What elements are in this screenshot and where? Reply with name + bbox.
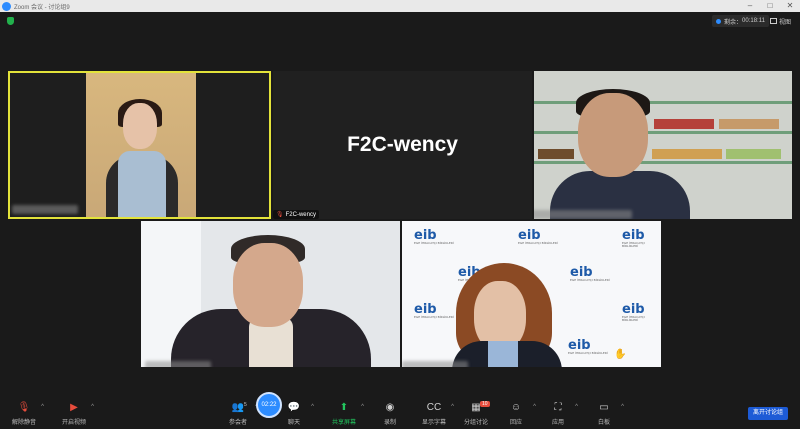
participant-display-name: F2C-wency (347, 133, 458, 156)
remaining-label: 剩余： (724, 19, 743, 26)
apps-button[interactable]: ⛶ ^ 应用 (538, 402, 578, 426)
chevron-up-icon[interactable]: ^ (361, 404, 364, 410)
share-screen-button[interactable]: ⬆ ^ 共享屏幕 (324, 402, 364, 426)
zoom-logo-icon (2, 1, 11, 11)
chevron-up-icon[interactable]: ^ (41, 404, 44, 410)
chevron-up-icon[interactable]: ^ (533, 404, 536, 410)
whiteboard-button[interactable]: ▭ ^ 白板 (584, 402, 624, 426)
meeting-toolbar: 🎙 ^ 解除静音 ▶ ^ 开启视频 👥 5 ^ 参会者 💬 ^ 聊天 ⬆ ^ 共… (0, 393, 800, 429)
unmute-button[interactable]: 🎙 ^ 解除静音 (4, 402, 44, 426)
mic-muted-icon: 🎙 (276, 212, 284, 218)
view-button[interactable]: 视图 (770, 15, 791, 27)
video-tile-participant[interactable] (141, 221, 400, 367)
timer-icon (716, 18, 721, 24)
remaining-time-box: 剩余： 00:18:11 (712, 15, 769, 27)
eib-logo: eibEGE İHRACATÇI BİRLİKLERİ (414, 302, 454, 319)
participant-name-blurred (534, 210, 632, 219)
record-icon: ◉ (385, 402, 395, 413)
window-title: Zoom 会议 - 讨论组9 (14, 4, 70, 11)
captions-button[interactable]: CC ^ 显示字幕 (414, 402, 454, 426)
chevron-up-icon[interactable]: ^ (311, 404, 314, 410)
maximize-icon[interactable]: □ (760, 0, 780, 12)
reactions-button[interactable]: ☺ ^ 回应 (496, 402, 536, 426)
meeting-clock: 02:22 (256, 392, 282, 418)
video-tile-participant[interactable]: eib EGE İHRACATÇI BİRLİKLERİ eib EGE İHRAC… (402, 221, 661, 367)
reactions-icon: ☺ (510, 402, 522, 413)
window-controls: – □ ✕ (740, 0, 800, 12)
video-tile-active-speaker[interactable] (8, 71, 271, 219)
title-bar: Zoom 会议 - 讨论组9 – □ ✕ (0, 0, 800, 12)
view-label: 视图 (779, 19, 792, 26)
eib-logo: eibEGE İHRACATÇI BİRLİKLERİ (622, 228, 645, 248)
chevron-up-icon[interactable]: ^ (621, 404, 624, 410)
eib-logo: eibEGE İHRACATÇI BİRLİKLERİ (622, 302, 645, 322)
participants-button[interactable]: 👥 5 ^ 参会者 (218, 402, 258, 426)
captions-icon: CC (426, 402, 442, 413)
chevron-up-icon[interactable]: ^ (575, 404, 578, 410)
chevron-up-icon[interactable]: ^ (91, 404, 94, 410)
record-button[interactable]: ◉ 录制 (370, 402, 410, 426)
notification-badge: 10 (480, 401, 490, 407)
remaining-time: 00:18:11 (742, 18, 765, 24)
participant-name-blurred (402, 361, 468, 367)
apps-icon: ⛶ (554, 402, 562, 413)
start-video-button[interactable]: ▶ ^ 开启视频 (54, 402, 94, 426)
video-tile-camera-off[interactable]: F2C-wency 🎙 F2C-wency (273, 71, 532, 219)
breakout-rooms-icon: ▦ (471, 402, 481, 413)
whiteboard-icon: ▭ (599, 402, 609, 413)
leave-breakout-room-button[interactable]: 离开讨论组 (748, 407, 789, 420)
security-shield-icon[interactable] (7, 17, 14, 25)
eib-logo: eibEGE İHRACATÇI BİRLİKLERİ (570, 265, 610, 282)
video-off-icon: ▶ (70, 402, 78, 413)
eib-logo: eibEGE İHRACATÇI BİRLİKLERİ (414, 228, 454, 245)
zoom-meeting-window: Zoom 会议 - 讨论组9 – □ ✕ 剩余： 00:18:11 视图 F2C… (0, 0, 800, 429)
chevron-up-icon[interactable]: ^ (451, 404, 454, 410)
hand-cursor-icon: ✋ (614, 349, 627, 360)
participants-icon: 👥 (231, 402, 245, 413)
participant-name-blurred (145, 361, 211, 367)
minimize-icon[interactable]: – (740, 0, 760, 12)
share-screen-icon: ⬆ (339, 402, 349, 413)
eib-logo: eibEGE İHRACATÇI BİRLİKLERİ (518, 228, 558, 245)
mic-muted-icon: 🎙 (17, 402, 31, 413)
grid-view-icon (770, 18, 777, 24)
eib-logo: eibEGE İHRACATÇI BİRLİKLERİ (568, 338, 608, 355)
participant-name-blurred (12, 205, 78, 214)
video-tile-participant[interactable] (534, 71, 792, 219)
close-icon[interactable]: ✕ (780, 0, 800, 12)
participant-name-label: 🎙 F2C-wency (273, 210, 319, 219)
breakout-rooms-button[interactable]: ▦ 10 分组讨论 (456, 401, 496, 426)
